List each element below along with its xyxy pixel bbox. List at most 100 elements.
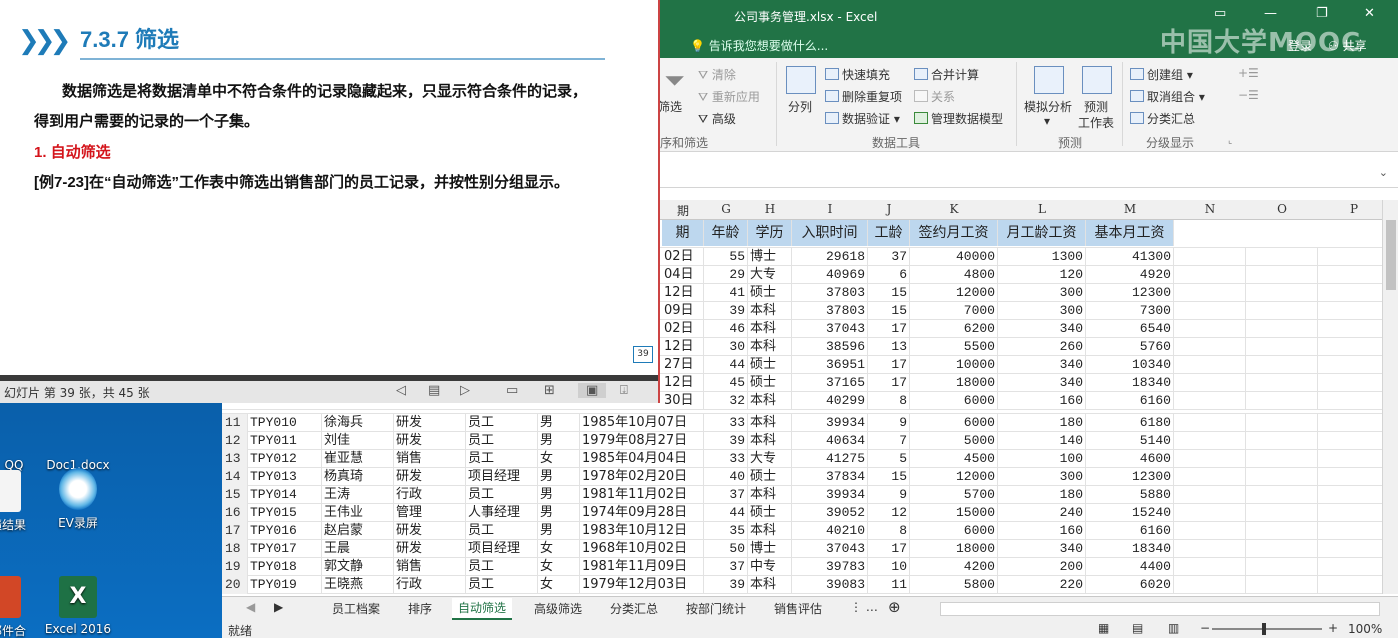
cell-salary[interactable]: 6000 [910, 414, 998, 432]
empty-cell[interactable] [1318, 320, 1382, 338]
cell-dept[interactable]: 研发 [394, 414, 466, 432]
forecast-sheet-button-line1[interactable]: 预测 [1084, 98, 1108, 115]
vertical-scrollbar[interactable] [1382, 200, 1398, 594]
cell-id[interactable]: TPY012 [248, 450, 322, 468]
cell-date[interactable]: 27日 [662, 356, 704, 374]
cell-edu[interactable]: 本科 [748, 302, 792, 320]
cell-date[interactable]: 12日 [662, 374, 704, 392]
column-header[interactable]: H [748, 202, 792, 216]
empty-cell[interactable] [1174, 302, 1246, 320]
cell-dept[interactable]: 研发 [394, 432, 466, 450]
cell-date[interactable]: 1978年02月20日 [580, 468, 704, 486]
cell-pos[interactable]: 项目经理 [466, 540, 538, 558]
cell-yrs_pay[interactable]: 340 [998, 540, 1086, 558]
cell-hire[interactable]: 29618 [792, 248, 868, 266]
tab-dept-stats[interactable]: 按部门统计 [686, 600, 746, 617]
cell-hire[interactable]: 41275 [792, 450, 868, 468]
cell-date[interactable]: 02日 [662, 248, 704, 266]
dialog-launcher-icon[interactable]: ⌞ [1228, 136, 1232, 146]
empty-cell[interactable] [1246, 248, 1318, 266]
horizontal-scrollbar[interactable] [940, 602, 1380, 616]
tab-auto-filter[interactable]: 自动筛选 [452, 598, 513, 620]
cell-date[interactable]: 1974年09月28日 [580, 504, 704, 522]
cell-hire[interactable]: 37043 [792, 320, 868, 338]
normal-view-icon[interactable]: ▦ [1098, 621, 1109, 635]
cell-years[interactable]: 5 [868, 450, 910, 468]
reading-view-icon[interactable]: ▣ [578, 383, 607, 398]
cell-yrs_pay[interactable]: 340 [998, 320, 1086, 338]
header-cell[interactable]: 期 [662, 220, 704, 246]
group-button[interactable]: 创建组 ▾ [1130, 66, 1193, 83]
cell-salary[interactable]: 4500 [910, 450, 998, 468]
zoom-in-icon[interactable]: + [1328, 621, 1338, 635]
cell-hire[interactable]: 37165 [792, 374, 868, 392]
row-header[interactable]: 16 [222, 504, 248, 522]
minimize-icon[interactable]: — [1264, 6, 1277, 21]
next-sheet-icon[interactable]: ▶ [274, 600, 283, 614]
empty-cell[interactable] [1318, 504, 1382, 522]
cell-salary[interactable]: 6000 [910, 522, 998, 540]
cell-years[interactable]: 15 [868, 468, 910, 486]
empty-cell[interactable] [1318, 468, 1382, 486]
column-header[interactable]: G [704, 202, 748, 216]
empty-cell[interactable] [1174, 504, 1246, 522]
cell-edu[interactable]: 博士 [748, 248, 792, 266]
column-header[interactable]: K [910, 202, 998, 216]
empty-cell[interactable] [1174, 432, 1246, 450]
cell-hire[interactable]: 39783 [792, 558, 868, 576]
cell-hire[interactable]: 36951 [792, 356, 868, 374]
column-header[interactable]: P [1318, 202, 1382, 216]
flash-fill-button[interactable]: 快速填充 [825, 66, 890, 83]
cell-id[interactable]: TPY011 [248, 432, 322, 450]
cell-hire[interactable]: 40969 [792, 266, 868, 284]
cell-edu[interactable]: 大专 [748, 266, 792, 284]
cell-salary[interactable]: 12000 [910, 468, 998, 486]
empty-cell[interactable] [1318, 338, 1382, 356]
cell-salary[interactable]: 18000 [910, 374, 998, 392]
cell-yrs_pay[interactable]: 180 [998, 486, 1086, 504]
row-header[interactable]: 17 [222, 522, 248, 540]
empty-cell[interactable] [1246, 486, 1318, 504]
cell-age[interactable]: 50 [704, 540, 748, 558]
empty-cell[interactable] [1318, 558, 1382, 576]
empty-cell[interactable] [1318, 450, 1382, 468]
cell-age[interactable]: 33 [704, 450, 748, 468]
row-header[interactable]: 19 [222, 558, 248, 576]
cell-base[interactable]: 18340 [1086, 374, 1174, 392]
cell-salary[interactable]: 5500 [910, 338, 998, 356]
slide-menu-icon[interactable]: ▤ [428, 383, 440, 398]
slide-sorter-icon[interactable]: ⊞ [544, 383, 555, 398]
cell-yrs_pay[interactable]: 220 [998, 576, 1086, 594]
cell-years[interactable]: 9 [868, 486, 910, 504]
cell-dept[interactable]: 行政 [394, 576, 466, 594]
desktop-icon-ev-recorder[interactable]: EV录屏 [42, 468, 114, 531]
cell-edu[interactable]: 硕士 [748, 468, 792, 486]
cell-base[interactable]: 4400 [1086, 558, 1174, 576]
cell-salary[interactable]: 5000 [910, 432, 998, 450]
cell-base[interactable]: 15240 [1086, 504, 1174, 522]
empty-cell[interactable] [1246, 374, 1318, 392]
zoom-slider-knob[interactable] [1262, 623, 1266, 635]
cell-name[interactable]: 郭文静 [322, 558, 394, 576]
tab-subtotal[interactable]: 分类汇总 [610, 600, 658, 617]
cell-base[interactable]: 6540 [1086, 320, 1174, 338]
cell-edu[interactable]: 硕士 [748, 504, 792, 522]
empty-cell[interactable] [1246, 522, 1318, 540]
cell-pos[interactable]: 员工 [466, 486, 538, 504]
cell-edu[interactable]: 本科 [748, 414, 792, 432]
cell-edu[interactable]: 中专 [748, 558, 792, 576]
cell-dept[interactable]: 销售 [394, 450, 466, 468]
empty-cell[interactable] [1318, 486, 1382, 504]
cell-base[interactable]: 7300 [1086, 302, 1174, 320]
cell-dept[interactable]: 管理 [394, 504, 466, 522]
cell-edu[interactable]: 硕士 [748, 356, 792, 374]
forecast-sheet-button-line2[interactable]: 工作表 [1078, 114, 1114, 131]
cell-age[interactable]: 46 [704, 320, 748, 338]
empty-cell[interactable] [1174, 468, 1246, 486]
empty-cell[interactable] [1318, 266, 1382, 284]
cell-yrs_pay[interactable]: 160 [998, 522, 1086, 540]
cell-yrs_pay[interactable]: 140 [998, 432, 1086, 450]
cell-yrs_pay[interactable]: 1300 [998, 248, 1086, 266]
cell-yrs_pay[interactable]: 340 [998, 374, 1086, 392]
cell-pos[interactable]: 员工 [466, 414, 538, 432]
